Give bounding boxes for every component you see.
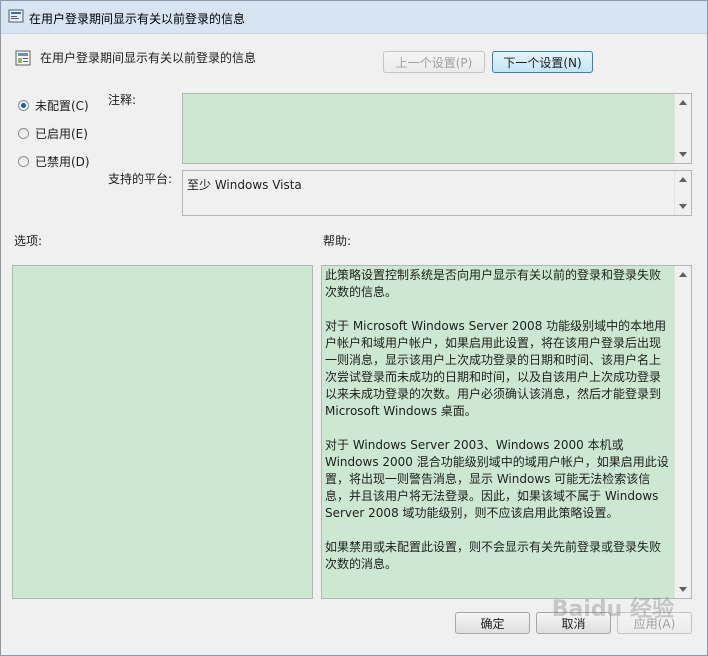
comment-scrollbar[interactable] (674, 94, 691, 163)
help-paragraph: 如果禁用或未配置此设置，则不会显示有关先前登录或登录失败次数的消息。 (325, 540, 662, 571)
policy-dialog-window: 在用户登录期间显示有关以前登录的信息 在用户登录期间显示有关以前登录的信息 上一… (0, 0, 708, 656)
scroll-down-icon[interactable] (679, 152, 687, 157)
previous-setting-button[interactable]: 上一个设置(P) (383, 51, 485, 73)
comment-textarea[interactable] (182, 93, 692, 164)
platform-scrollbar[interactable] (674, 171, 691, 215)
scroll-up-icon[interactable] (679, 272, 687, 277)
supported-platform-label: 支持的平台: (108, 172, 173, 186)
window-title: 在用户登录期间显示有关以前登录的信息 (29, 12, 246, 26)
scroll-up-icon[interactable] (679, 100, 687, 105)
radio-disabled[interactable]: 已禁用(D) (18, 153, 90, 170)
radio-button[interactable] (18, 100, 29, 111)
help-pane: 此策略设置控制系统是否向用户显示有关以前的登录和登录失败次数的信息。 对于 Mi… (321, 265, 692, 599)
scroll-down-icon[interactable] (679, 204, 687, 209)
watermark-logo: Baidu 经验 (551, 597, 674, 622)
comment-label: 注释: (108, 93, 137, 107)
setting-icon (15, 50, 31, 66)
supported-platform-field: 至少 Windows Vista (182, 170, 692, 216)
title-bar[interactable]: 在用户登录期间显示有关以前登录的信息 (1, 1, 707, 34)
scroll-up-icon[interactable] (679, 177, 687, 182)
help-paragraph: 对于 Windows Server 2003、Windows 2000 本机或 … (325, 438, 669, 520)
help-text: 此策略设置控制系统是否向用户显示有关以前的登录和登录失败次数的信息。 对于 Mi… (325, 267, 671, 590)
radio-enabled[interactable]: 已启用(E) (18, 125, 88, 142)
setting-title: 在用户登录期间显示有关以前登录的信息 (40, 51, 257, 65)
dialog-body: 在用户登录期间显示有关以前登录的信息 上一个设置(P) 下一个设置(N) 未配置… (4, 34, 704, 651)
scroll-down-icon[interactable] (679, 587, 687, 592)
radio-button[interactable] (18, 128, 29, 139)
radio-not-configured[interactable]: 未配置(C) (18, 97, 89, 114)
supported-platform-value: 至少 Windows Vista (187, 178, 302, 192)
help-scrollbar[interactable] (674, 266, 691, 598)
help-label: 帮助: (323, 234, 352, 248)
radio-button[interactable] (18, 156, 29, 167)
options-label: 选项: (14, 234, 43, 248)
help-paragraph: 对于 Microsoft Windows Server 2008 功能级别域中的… (325, 319, 667, 418)
ok-button[interactable]: 确定 (455, 612, 530, 634)
policy-icon (8, 9, 24, 23)
radio-label: 已禁用(D) (35, 155, 90, 169)
next-setting-button[interactable]: 下一个设置(N) (492, 51, 593, 73)
radio-label: 未配置(C) (35, 99, 89, 113)
help-paragraph: 此策略设置控制系统是否向用户显示有关以前的登录和登录失败次数的信息。 (325, 268, 662, 299)
radio-label: 已启用(E) (35, 127, 88, 141)
options-pane (12, 265, 313, 599)
